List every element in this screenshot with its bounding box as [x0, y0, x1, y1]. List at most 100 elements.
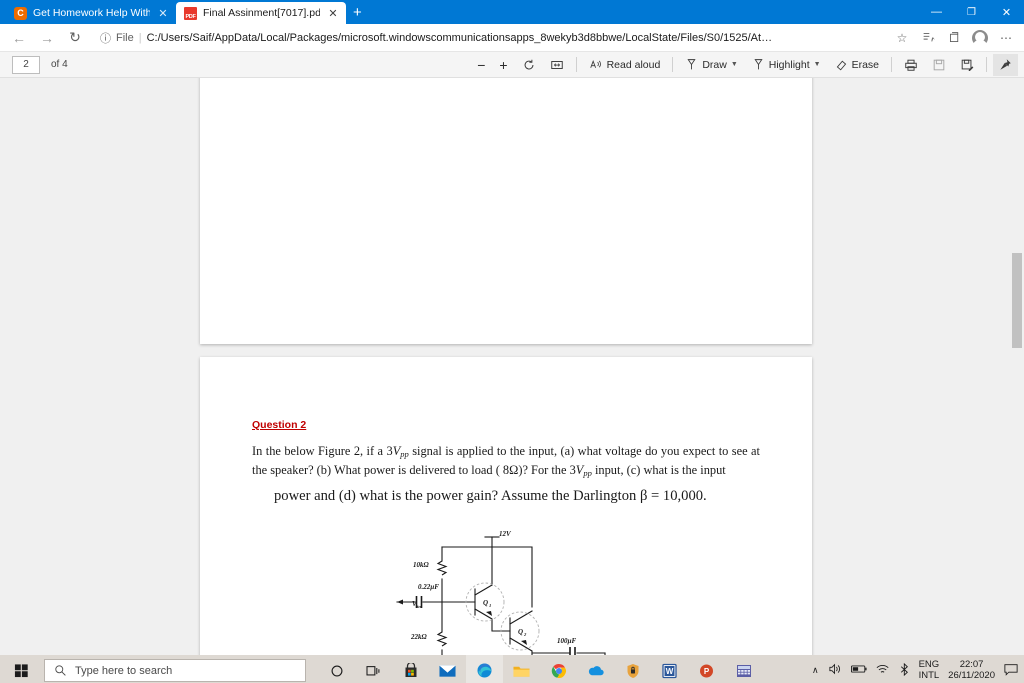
edge-icon[interactable] [466, 655, 503, 683]
clock[interactable]: 22:07 26/11/2020 [948, 658, 995, 682]
windows-taskbar: Type here to search W P ∧ ENG INTL 22:07… [0, 655, 1024, 683]
scrollbar-thumb[interactable] [1012, 253, 1022, 348]
microsoft-store-icon[interactable] [392, 655, 429, 683]
read-aloud-label: Read aloud [606, 58, 661, 71]
favorite-icon[interactable]: ☆ [890, 26, 914, 50]
calculator-svg [736, 664, 751, 677]
pp-subscript: pp [400, 449, 409, 459]
start-button[interactable] [2, 655, 40, 683]
collections-icon[interactable] [942, 26, 966, 50]
word-svg: W [662, 663, 677, 678]
reload-button[interactable]: ↻ [62, 26, 88, 50]
url-text: C:/Users/Saif/AppData/Local/Packages/mic… [146, 31, 773, 44]
print-icon[interactable] [898, 54, 924, 76]
collections-svg [949, 32, 958, 43]
fit-page-icon[interactable] [544, 54, 570, 76]
browser-tab-pdf[interactable]: PDF Final Assinment[7017].pdf ✕ [176, 2, 346, 24]
chevron-down-icon[interactable]: ▼ [814, 61, 821, 68]
security-svg [627, 663, 638, 678]
cortana-icon[interactable] [318, 655, 355, 683]
pin-icon[interactable] [993, 53, 1018, 76]
task-view-icon[interactable] [355, 655, 392, 683]
notification-icon[interactable] [1004, 663, 1018, 679]
site-info-icon[interactable]: ⓘ [100, 30, 111, 46]
rotate-icon[interactable] [516, 54, 542, 76]
minimize-button[interactable]: — [919, 0, 954, 24]
browser-title-bar: C Get Homework Help With Chegg ✕ PDF Fin… [0, 0, 1024, 24]
address-input[interactable]: ⓘ File | C:/Users/Saif/AppData/Local/Pac… [94, 26, 888, 49]
pdf-icon: PDF [184, 6, 197, 20]
language-indicator[interactable]: ENG INTL [919, 659, 940, 682]
word-icon[interactable]: W [651, 655, 688, 683]
maximize-button[interactable]: ❐ [954, 0, 989, 24]
paragraph-text-a: In the below Figure 2, if a 3 [252, 444, 393, 458]
page-number-input[interactable]: 2 [12, 55, 40, 74]
pp-subscript-2: pp [583, 467, 592, 478]
security-icon[interactable] [614, 655, 651, 683]
zoom-out-button[interactable]: − [471, 54, 491, 76]
calculator-icon[interactable] [725, 655, 762, 683]
network-svg [876, 665, 889, 673]
save-as-icon[interactable] [954, 54, 980, 76]
battery-icon[interactable] [850, 664, 867, 677]
question-title: Question 2 [252, 419, 307, 431]
read-aloud-button[interactable]: Read aloud [583, 54, 667, 76]
save-icon[interactable] [926, 54, 952, 76]
browser-tab-title: Final Assinment[7017].pdf [203, 7, 320, 19]
chrome-svg [551, 663, 566, 678]
favorites-bar-icon[interactable] [916, 26, 940, 50]
volume-svg [828, 663, 840, 675]
profile-avatar[interactable] [968, 26, 992, 50]
circuit-diagram: 12V 0.22µF V in 10kΩ 22kΩ Q 1 Q 2 22Ω 2W… [395, 530, 606, 655]
erase-button[interactable]: Erase [829, 54, 885, 76]
settings-more-icon[interactable]: ⋯ [994, 26, 1018, 50]
draw-button[interactable]: Draw ▼ [679, 54, 743, 76]
zoom-in-button[interactable]: + [493, 54, 513, 76]
label-r22k: 22kΩ [410, 633, 428, 641]
new-tab-button[interactable]: + [353, 4, 362, 21]
favorites-svg [923, 32, 935, 42]
forward-button[interactable]: → [34, 26, 60, 50]
label-q1-sub: 1 [489, 603, 491, 608]
close-button[interactable]: ✕ [989, 0, 1024, 24]
close-icon[interactable]: ✕ [326, 7, 340, 20]
chrome-icon[interactable] [540, 655, 577, 683]
browser-tab-chegg[interactable]: C Get Homework Help With Chegg ✕ [6, 2, 176, 24]
back-button[interactable]: ← [6, 26, 32, 50]
tray-expand-icon[interactable]: ∧ [812, 665, 819, 676]
q1-emitter-arrow [485, 610, 492, 616]
battery-svg [850, 665, 867, 673]
folder-svg [513, 666, 530, 677]
start-icon [14, 664, 28, 678]
pdf-toolbar: 2 of 4 − + Read aloud Draw ▼ Highlight ▼… [0, 52, 1024, 78]
onedrive-icon[interactable] [577, 655, 614, 683]
label-q1: Q [483, 599, 488, 607]
chevron-down-icon[interactable]: ▼ [731, 61, 738, 68]
search-input[interactable]: Type here to search [44, 659, 306, 682]
volume-icon[interactable] [828, 663, 842, 678]
edge-svg [477, 663, 492, 678]
mail-icon[interactable] [429, 655, 466, 683]
resistor-10k [435, 560, 448, 575]
network-icon[interactable] [876, 663, 890, 678]
bluetooth-svg [900, 662, 908, 676]
clock-date: 26/11/2020 [948, 669, 995, 681]
capacitor-output [568, 646, 576, 655]
close-icon[interactable]: ✕ [156, 7, 170, 20]
bluetooth-icon[interactable] [899, 662, 910, 679]
file-explorer-icon[interactable] [503, 655, 540, 683]
pdf-page-1 [200, 78, 812, 344]
page-total-label: of 4 [51, 59, 68, 70]
paragraph-text-c: input, (c) what is the input [591, 462, 726, 477]
rotate-svg [524, 59, 534, 69]
powerpoint-icon[interactable]: P [688, 655, 725, 683]
pdf-viewer[interactable]: Question 2 In the below Figure 2, if a 3… [0, 78, 1024, 655]
highlight-button[interactable]: Highlight ▼ [746, 54, 827, 76]
browser-tab-title: Get Homework Help With Chegg [33, 7, 150, 19]
vin-arrow [396, 599, 403, 604]
onedrive-svg [588, 665, 604, 675]
save-svg [933, 59, 945, 70]
eraser-icon [836, 60, 846, 71]
vertical-scrollbar[interactable] [1010, 78, 1024, 655]
clock-time: 22:07 [959, 658, 984, 670]
